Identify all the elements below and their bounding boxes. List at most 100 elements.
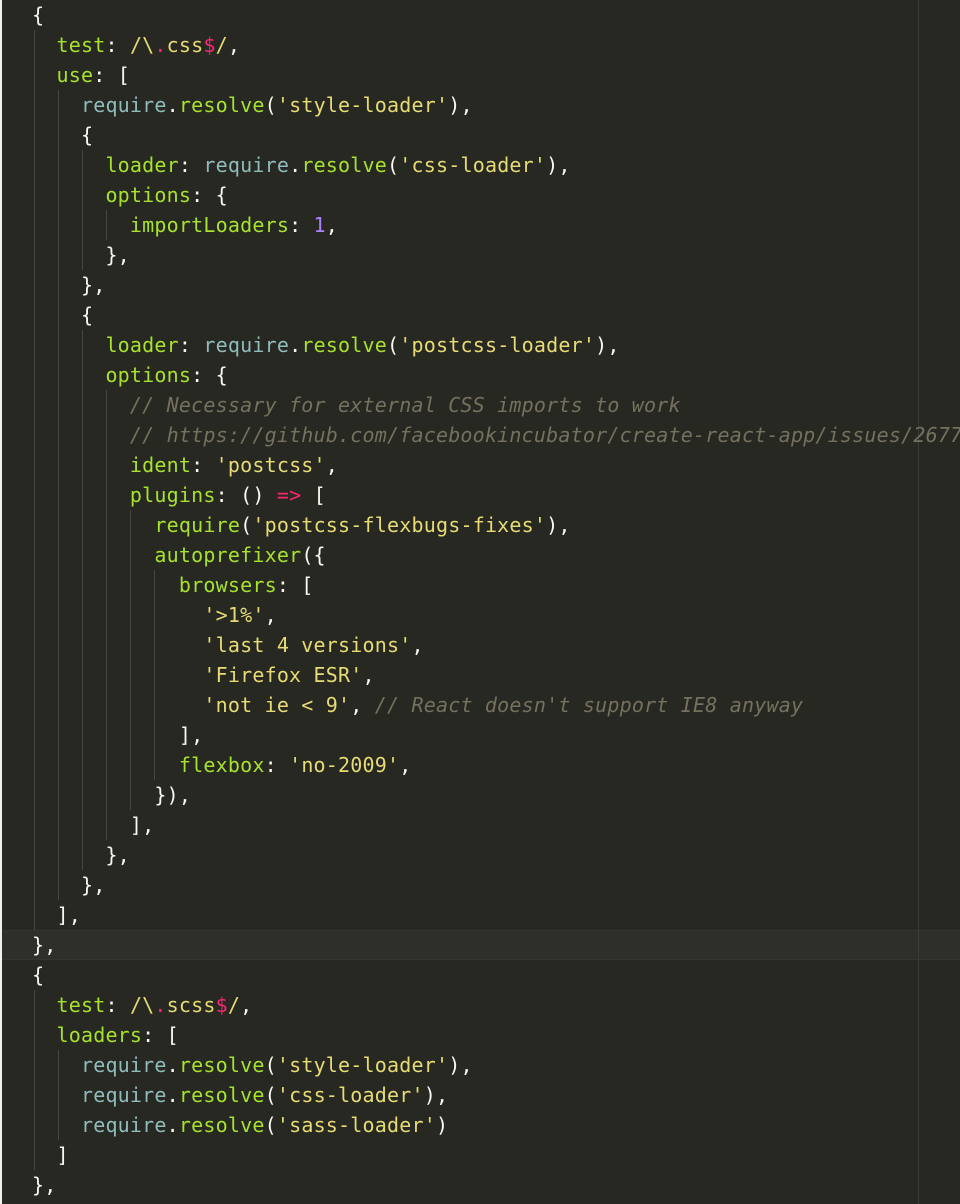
code-token: 'not ie < 9' <box>32 693 351 717</box>
code-token: require <box>32 513 241 537</box>
code-line[interactable]: { <box>32 120 93 150</box>
code-line[interactable]: ], <box>32 720 203 750</box>
code-token: / <box>227 993 241 1017</box>
code-line[interactable]: require.resolve('sass-loader') <box>32 1110 448 1140</box>
code-token: require <box>203 333 290 357</box>
code-token: : <box>264 753 290 777</box>
code-token: ), <box>448 1053 473 1077</box>
column-ruler <box>918 0 919 1204</box>
code-line[interactable]: 'Firefox ESR', <box>32 660 375 690</box>
code-token: ({ <box>301 543 326 567</box>
code-token: 'no-2009' <box>289 753 400 777</box>
code-token: autoprefixer <box>32 543 302 567</box>
code-token: 'last 4 versions' <box>32 633 412 657</box>
code-token: require <box>32 93 167 117</box>
code-line[interactable]: test: /\.css$/, <box>32 30 240 60</box>
code-line[interactable]: options: { <box>32 360 228 390</box>
code-token: , <box>264 603 277 627</box>
code-line[interactable]: options: { <box>32 180 228 210</box>
code-token: ( <box>240 513 253 537</box>
code-token: require <box>32 1083 167 1107</box>
code-token: resolve <box>178 1113 265 1137</box>
code-token: { <box>32 963 45 987</box>
code-line[interactable]: require('postcss-flexbugs-fixes'), <box>32 510 571 540</box>
code-token: }, <box>32 933 57 957</box>
code-token: plugins <box>32 483 216 507</box>
code-line[interactable]: ident: 'postcss', <box>32 450 338 480</box>
code-line[interactable]: 'not ie < 9', // React doesn't support I… <box>32 690 803 720</box>
code-line[interactable]: require.resolve('style-loader'), <box>32 1050 473 1080</box>
editor-left-border <box>0 0 2 1204</box>
code-token: ), <box>546 153 571 177</box>
code-token: { <box>32 123 94 147</box>
code-editor[interactable]: { test: /\.css$/, use: [ require.resolve… <box>0 0 960 1204</box>
code-token: , <box>325 453 339 477</box>
code-token: $ <box>215 993 228 1017</box>
code-line[interactable]: '>1%', <box>32 600 277 630</box>
code-line[interactable]: require.resolve('css-loader'), <box>32 1080 448 1110</box>
code-token: loaders <box>32 1023 143 1047</box>
code-token: resolve <box>178 1053 265 1077</box>
code-line[interactable]: }, <box>32 1170 56 1200</box>
code-token: /\ <box>129 993 155 1017</box>
code-line[interactable]: }, <box>32 270 105 300</box>
code-token: ( <box>264 1113 277 1137</box>
code-line[interactable]: 'last 4 versions', <box>32 630 424 660</box>
code-token: . <box>166 1113 179 1137</box>
code-line[interactable]: }, <box>32 240 130 270</box>
code-token: , <box>399 753 412 777</box>
code-line[interactable]: }), <box>32 780 191 810</box>
code-line[interactable]: ] <box>32 1140 69 1170</box>
code-token: 'Firefox ESR' <box>32 663 363 687</box>
code-line[interactable]: browsers: [ <box>32 570 314 600</box>
code-line[interactable]: plugins: () => [ <box>32 480 326 510</box>
code-token: , <box>411 633 424 657</box>
code-token: flexbox <box>32 753 265 777</box>
code-line[interactable]: loader: require.resolve('css-loader'), <box>32 150 571 180</box>
code-line[interactable]: test: /\.scss$/, <box>32 990 252 1020</box>
code-token: loader <box>32 333 179 357</box>
code-token: . <box>166 1083 179 1107</box>
code-line[interactable]: ], <box>32 900 81 930</box>
code-line[interactable]: { <box>32 300 93 330</box>
code-token: /\ <box>129 33 155 57</box>
code-token: / <box>215 33 228 57</box>
code-line[interactable]: }, <box>32 930 56 960</box>
code-token: ), <box>423 1083 449 1107</box>
code-line[interactable]: ], <box>32 810 154 840</box>
code-token: use <box>32 63 94 87</box>
code-token: 'postcss-loader' <box>399 333 596 357</box>
code-line[interactable]: // Necessary for external CSS imports to… <box>32 390 681 420</box>
code-token: importLoaders <box>32 213 290 237</box>
code-line[interactable]: }, <box>32 870 105 900</box>
code-line[interactable]: require.resolve('style-loader'), <box>32 90 473 120</box>
code-token: : <box>105 993 130 1017</box>
code-line[interactable]: use: [ <box>32 60 130 90</box>
code-line[interactable]: // https://github.com/facebookincubator/… <box>32 420 960 450</box>
code-token: : <box>289 213 314 237</box>
code-token: . <box>154 993 167 1017</box>
code-line[interactable]: importLoaders: 1, <box>32 210 338 240</box>
code-token: , <box>362 663 375 687</box>
code-token: : <box>105 33 130 57</box>
code-token: // React doesn't support IE8 anyway <box>374 693 804 717</box>
code-token: . <box>289 333 302 357</box>
code-token: ), <box>595 333 620 357</box>
code-line[interactable]: flexbox: 'no-2009', <box>32 750 412 780</box>
code-token: }, <box>32 243 130 267</box>
code-line[interactable]: loader: require.resolve('postcss-loader'… <box>32 330 620 360</box>
code-line[interactable]: autoprefixer({ <box>32 540 326 570</box>
code-token: : [ <box>142 1023 179 1047</box>
code-token: 'style-loader' <box>276 93 449 117</box>
code-line[interactable]: { <box>32 0 44 30</box>
code-token: , <box>240 993 253 1017</box>
code-line[interactable]: }, <box>32 840 130 870</box>
code-token: }, <box>32 1173 57 1197</box>
code-token: : { <box>191 183 228 207</box>
code-token: [ <box>301 483 326 507</box>
code-token: ( <box>264 93 277 117</box>
code-token: options <box>32 183 192 207</box>
code-line[interactable]: loaders: [ <box>32 1020 179 1050</box>
code-line[interactable]: { <box>32 960 44 990</box>
code-token: $ <box>203 33 216 57</box>
